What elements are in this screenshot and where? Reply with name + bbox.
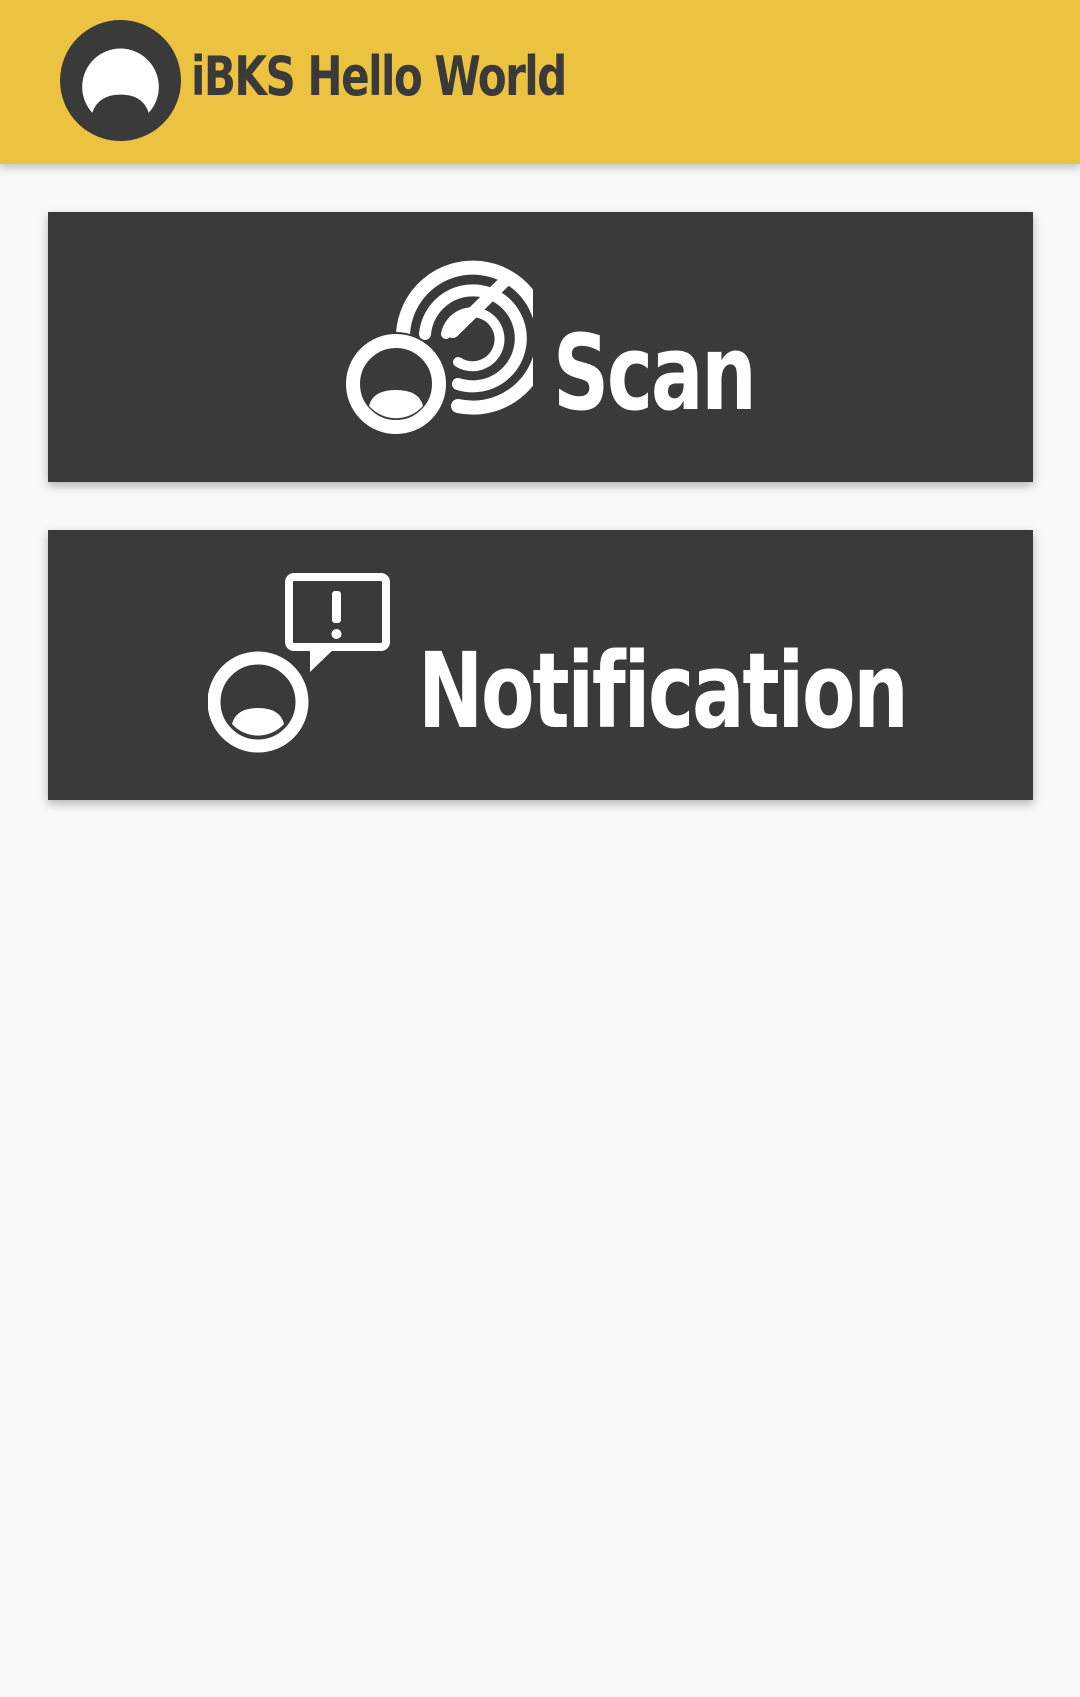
- notification-button[interactable]: Notification: [48, 530, 1033, 800]
- beacon-radar-icon: [344, 260, 533, 436]
- app-title: iBKS Hello World: [191, 45, 567, 108]
- notification-label: Notification: [418, 630, 909, 752]
- beacon-alert-icon: [208, 573, 390, 753]
- ibks-beacon-logo-icon: [60, 20, 181, 141]
- app-bar: iBKS Hello World: [0, 0, 1080, 164]
- scan-button[interactable]: Scan: [48, 212, 1033, 482]
- scan-label: Scan: [553, 312, 757, 434]
